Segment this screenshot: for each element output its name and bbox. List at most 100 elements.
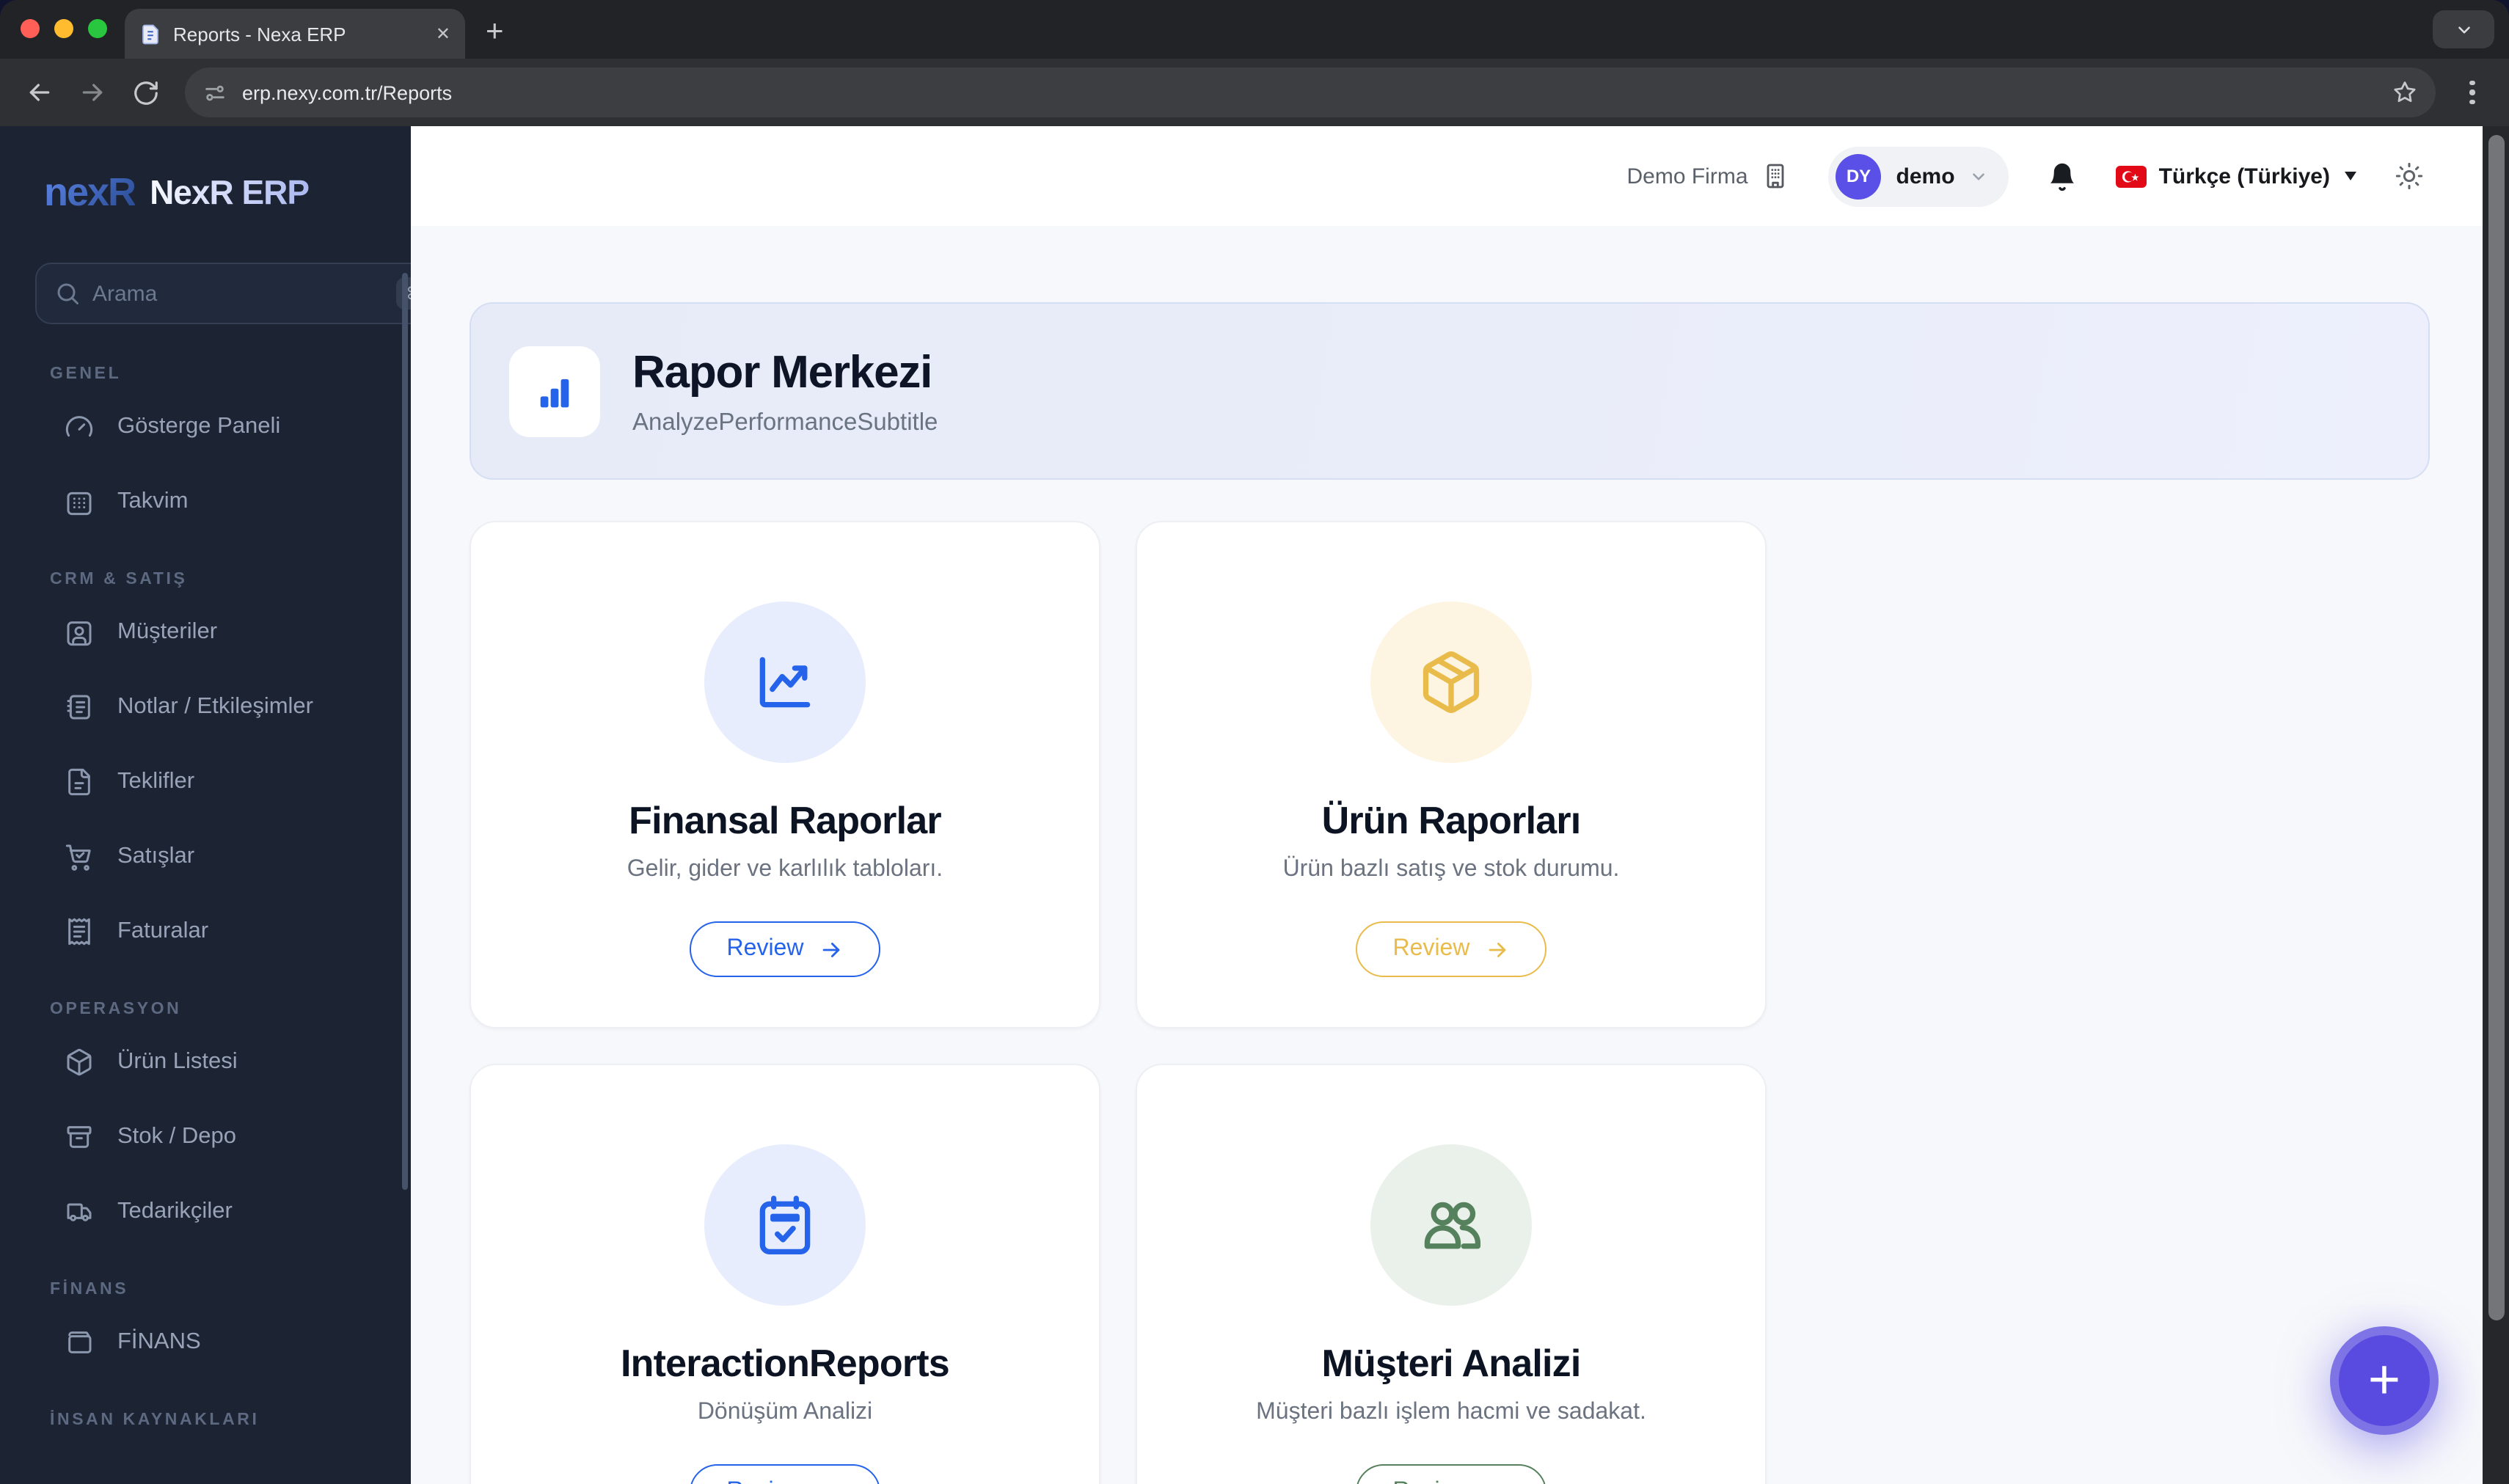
card-title: Ürün Raporları <box>1321 798 1582 842</box>
turkish-flag-icon <box>2116 165 2147 187</box>
sidebar-item-satislar[interactable]: Satışlar <box>0 819 411 893</box>
arrow-right-icon <box>1489 942 1505 957</box>
back-button[interactable] <box>18 70 62 114</box>
receipt-icon <box>68 917 90 945</box>
tab-close-icon[interactable]: ✕ <box>436 23 450 44</box>
report-cards-grid: Finansal Raporlar Gelir, gider ve karlıl… <box>470 521 2430 1484</box>
search-icon <box>57 283 78 304</box>
app-logo[interactable]: nexR NexR ERP <box>0 126 411 216</box>
company-name: Demo Firma <box>1626 164 1748 189</box>
page-scrollbar[interactable] <box>2483 126 2509 1484</box>
sidebar: nexR NexR ERP ⌘K GENEL Gösterge Paneli <box>0 126 411 1484</box>
user-menu[interactable]: DY demo <box>1828 146 2009 206</box>
users-icon <box>1370 1144 1532 1306</box>
calendar-check-icon <box>704 1144 866 1306</box>
close-window-button[interactable] <box>21 19 40 38</box>
building-icon <box>1767 164 1784 189</box>
sidebar-item-teklifler[interactable]: Teklifler <box>0 744 411 819</box>
sidebar-nav: GENEL Gösterge Paneli Takvim CRM & SATIŞ… <box>0 324 411 1484</box>
tab-favicon-icon <box>139 23 161 45</box>
card-urun-raporlari: Ürün Raporları Ürün bazlı satış ve stok … <box>1136 521 1767 1028</box>
card-title: Müşteri Analizi <box>1321 1341 1581 1385</box>
add-fab-button[interactable]: + <box>2330 1326 2439 1435</box>
chevron-down-icon <box>2458 26 2469 33</box>
report-center-banner: Rapor Merkezi AnalyzePerformanceSubtitle <box>470 302 2430 480</box>
gauge-icon <box>65 415 93 436</box>
browser-tab[interactable]: Reports - Nexa ERP ✕ <box>125 9 465 59</box>
calendar-icon <box>67 491 92 515</box>
card-finansal-raporlar: Finansal Raporlar Gelir, gider ve karlıl… <box>470 521 1100 1028</box>
sidebar-section-operasyon: OPERASYON <box>50 1001 182 1018</box>
tab-strip: Reports - Nexa ERP ✕ + <box>0 0 2509 59</box>
sidebar-item-tedarikciler[interactable]: Tedarikçiler <box>0 1174 411 1249</box>
logo-mark: nexR <box>44 170 136 214</box>
wallet-icon <box>68 1331 92 1353</box>
arrow-right-icon <box>822 942 839 957</box>
browser-menu-icon[interactable] <box>2453 70 2491 114</box>
review-button-urun[interactable]: Review <box>1356 921 1546 977</box>
card-interaction-reports: InteractionReports Dönüşüm Analizi Revie… <box>470 1064 1100 1484</box>
card-musteri-analizi: Müşteri Analizi Müşteri bazlı işlem hacm… <box>1136 1064 1767 1484</box>
review-button-interaction[interactable]: Review <box>690 1464 880 1484</box>
card-subtitle: Ürün bazlı satış ve stok durumu. <box>1282 857 1620 882</box>
language-selector[interactable]: Türkçe (Türkiye) <box>2116 164 2356 189</box>
browser-toolbar: erp.nexy.com.tr/Reports <box>0 59 2509 126</box>
sidebar-item-takvim[interactable]: Takvim <box>0 464 411 538</box>
address-bar[interactable]: erp.nexy.com.tr/Reports <box>185 67 2436 117</box>
avatar: DY <box>1836 153 1882 199</box>
review-button-finansal[interactable]: Review <box>690 921 880 977</box>
caret-down-icon <box>2345 172 2356 180</box>
sidebar-item-gosterge-paneli[interactable]: Gösterge Paneli <box>0 389 411 464</box>
sidebar-section-finans: FİNANS <box>50 1281 129 1298</box>
arrow-right-icon <box>818 1480 843 1484</box>
company-switcher[interactable]: Demo Firma <box>1627 161 1791 191</box>
page-title: Rapor Merkezi <box>632 346 932 397</box>
trending-up-icon <box>704 602 866 763</box>
cart-icon <box>65 844 91 870</box>
package-icon <box>1370 602 1532 763</box>
url-text[interactable]: erp.nexy.com.tr/Reports <box>242 81 2377 103</box>
main-panel: Demo Firma DY demo Türkçe (Türkiye) Rapo… <box>411 126 2483 1484</box>
archive-box-icon <box>67 1125 92 1147</box>
arrow-right-icon <box>1484 1480 1509 1484</box>
sidebar-search[interactable]: ⌘K <box>35 263 411 324</box>
notes-icon <box>67 694 90 719</box>
new-tab-button[interactable]: + <box>486 15 504 50</box>
theme-sun-icon[interactable] <box>2395 161 2424 191</box>
bar-chart-icon <box>509 346 600 436</box>
page-subtitle: AnalyzePerformanceSubtitle <box>632 409 938 435</box>
page-scrollbar-thumb[interactable] <box>2488 135 2504 1320</box>
sidebar-item-faturalar[interactable]: Faturalar <box>0 893 411 968</box>
minimize-window-button[interactable] <box>54 19 73 38</box>
user-name: demo <box>1896 164 1955 189</box>
card-title: InteractionReports <box>621 1341 950 1385</box>
screen: Reports - Nexa ERP ✕ + erp.nexy.com.tr/R… <box>0 0 2509 1484</box>
tab-title: Reports - Nexa ERP <box>173 23 346 45</box>
sidebar-item-urun-listesi[interactable]: Ürün Listesi <box>0 1024 411 1099</box>
zoom-window-button[interactable] <box>88 19 107 38</box>
sidebar-item-notlar-etkilesimler[interactable]: Notlar / Etkileşimler <box>0 669 411 744</box>
review-button-musteri[interactable]: Review <box>1356 1464 1546 1484</box>
card-subtitle: Dönüşüm Analizi <box>697 1400 873 1425</box>
card-subtitle: Müşteri bazlı işlem hacmi ve sadakat. <box>1256 1400 1646 1425</box>
language-label: Türkçe (Türkiye) <box>2158 164 2330 189</box>
chevron-down-icon <box>1973 172 1985 180</box>
sidebar-section-crm-satis: CRM & SATIŞ <box>50 571 188 588</box>
search-input[interactable] <box>92 281 384 306</box>
site-info-icon[interactable] <box>202 80 227 105</box>
bookmark-star-icon[interactable] <box>2392 79 2418 106</box>
sidebar-scrollbar[interactable] <box>402 273 408 1190</box>
logo-title: NexR ERP <box>150 173 310 211</box>
forward-button[interactable] <box>70 70 114 114</box>
sidebar-item-musteriler[interactable]: Müşteriler <box>0 594 411 669</box>
card-subtitle: Gelir, gider ve karlılık tabloları. <box>627 857 943 882</box>
sidebar-item-finans[interactable]: FİNANS <box>0 1304 411 1379</box>
truck-icon <box>67 1202 92 1221</box>
notifications-bell-icon[interactable] <box>2048 161 2078 191</box>
tab-search-button[interactable] <box>2433 10 2494 48</box>
contact-card-icon <box>67 621 92 646</box>
sidebar-item-stok-depo[interactable]: Stok / Depo <box>0 1099 411 1174</box>
browser-window: Reports - Nexa ERP ✕ + erp.nexy.com.tr/R… <box>0 0 2509 1484</box>
content-area: Rapor Merkezi AnalyzePerformanceSubtitle… <box>411 226 2483 1484</box>
reload-button[interactable] <box>123 70 167 114</box>
